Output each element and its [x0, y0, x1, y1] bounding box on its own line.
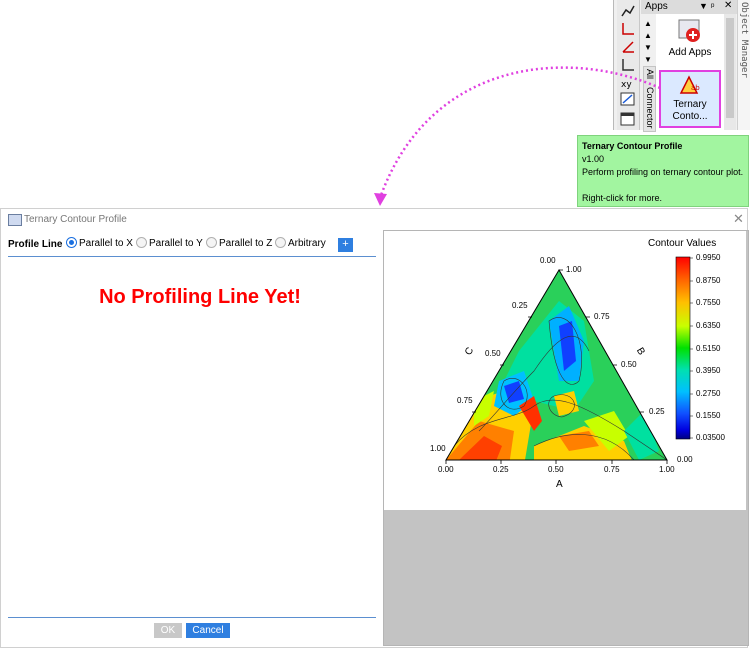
b-axis-tick: 0.00	[677, 455, 693, 464]
tooltip-version: v1.00	[582, 154, 605, 164]
legend-level: 0.2750	[696, 389, 721, 398]
c-axis-tick: 0.25	[512, 301, 528, 310]
radio-parallel-x[interactable]: Parallel to X	[66, 237, 133, 251]
divider	[8, 256, 376, 257]
add-apps-item[interactable]: Add Apps	[656, 18, 724, 58]
tooltip-description: Perform profiling on ternary contour plo…	[582, 167, 744, 177]
b-axis-tick: 0.50	[621, 360, 637, 369]
radio-unchecked-icon[interactable]	[206, 237, 217, 248]
radio-label: Parallel to Z	[219, 238, 273, 249]
c-axis-tick: 0.75	[457, 396, 473, 405]
arrow-down-icon[interactable]: ▼	[642, 42, 654, 54]
pin-icon[interactable]: ᵖ	[711, 1, 714, 11]
a-axis-tick: 1.00	[659, 465, 675, 474]
color-scale-ticks	[690, 257, 693, 439]
dialog-title: Ternary Contour Profile	[24, 214, 127, 225]
scroll-thumb[interactable]	[726, 18, 734, 118]
plot-icon[interactable]	[620, 4, 636, 18]
legend-level: 0.03500	[696, 433, 725, 442]
radio-parallel-y[interactable]: Parallel to Y	[136, 237, 203, 251]
add-line-button[interactable]: +	[338, 238, 353, 252]
tooltip-title: Ternary Contour Profile	[582, 141, 683, 151]
add-apps-icon	[678, 19, 700, 42]
apps-title: Apps	[645, 1, 668, 12]
b-axis-tick: 1.00	[566, 265, 582, 274]
radio-parallel-z[interactable]: Parallel to Z	[206, 237, 272, 251]
legend-level: 0.3950	[696, 366, 721, 375]
a-axis-label: A	[556, 479, 563, 490]
profile-line-label: Profile Line	[8, 239, 63, 250]
tooltip-hint: Right-click for more.	[582, 193, 663, 203]
radio-label: Parallel to X	[79, 238, 133, 249]
svg-text:ab: ab	[691, 84, 700, 92]
legend-title: Contour Values	[648, 238, 717, 249]
app-tooltip: Ternary Contour Profile v1.00 Perform pr…	[577, 135, 749, 207]
dialog-app-icon	[8, 214, 22, 226]
close-icon[interactable]: ✕	[733, 211, 744, 227]
chevron-down-icon[interactable]: ▼	[699, 1, 708, 11]
b-axis-tick: 0.25	[649, 407, 665, 416]
a-axis-tick: 0.50	[548, 465, 564, 474]
add-apps-label: Add Apps	[668, 47, 712, 58]
legend-level: 0.6350	[696, 321, 721, 330]
legend-level: 0.8750	[696, 276, 721, 285]
b-axis-tick: 0.75	[594, 312, 610, 321]
legend-level: 0.7550	[696, 298, 721, 307]
radio-unchecked-icon[interactable]	[275, 237, 286, 248]
c-axis-tick: 0.50	[485, 349, 501, 358]
ternary-contour-icon: ab	[679, 75, 700, 94]
cancel-button[interactable]: Cancel	[186, 623, 230, 638]
object-manager-tab[interactable]: Object Manager	[737, 0, 750, 130]
a-axis-tick: 0.00	[438, 465, 454, 474]
legend-level: 0.1550	[696, 411, 721, 420]
radio-unchecked-icon[interactable]	[136, 237, 147, 248]
ok-button[interactable]: OK	[154, 623, 182, 638]
radio-checked-icon[interactable]	[66, 237, 77, 248]
no-profile-message: No Profiling Line Yet!	[99, 286, 301, 308]
legend-level: 0.9950	[696, 253, 721, 262]
legend-level: 0.5150	[696, 344, 721, 353]
a-axis-tick: 0.75	[604, 465, 620, 474]
angle-icon[interactable]	[620, 40, 636, 54]
divider	[8, 617, 376, 618]
arrow-up-icon[interactable]: ▲	[642, 18, 654, 30]
apps-scrollbar[interactable]	[724, 14, 736, 130]
c-axis-tick: 1.00	[430, 444, 446, 453]
radio-label: Parallel to Y	[149, 238, 203, 249]
arrow-up-icon[interactable]: ▲	[642, 30, 654, 42]
close-icon[interactable]: ✕	[724, 0, 732, 11]
radio-label: Arbitrary	[288, 238, 326, 249]
c-axis-tick: 0.00	[540, 256, 556, 265]
radio-arbitrary[interactable]: Arbitrary	[275, 237, 326, 251]
contour-fill	[446, 270, 667, 460]
axis-icon[interactable]	[620, 22, 636, 36]
a-axis-tick: 0.25	[493, 465, 509, 474]
color-scale-bar	[675, 256, 691, 440]
object-manager-label: Object Manager	[739, 2, 749, 78]
